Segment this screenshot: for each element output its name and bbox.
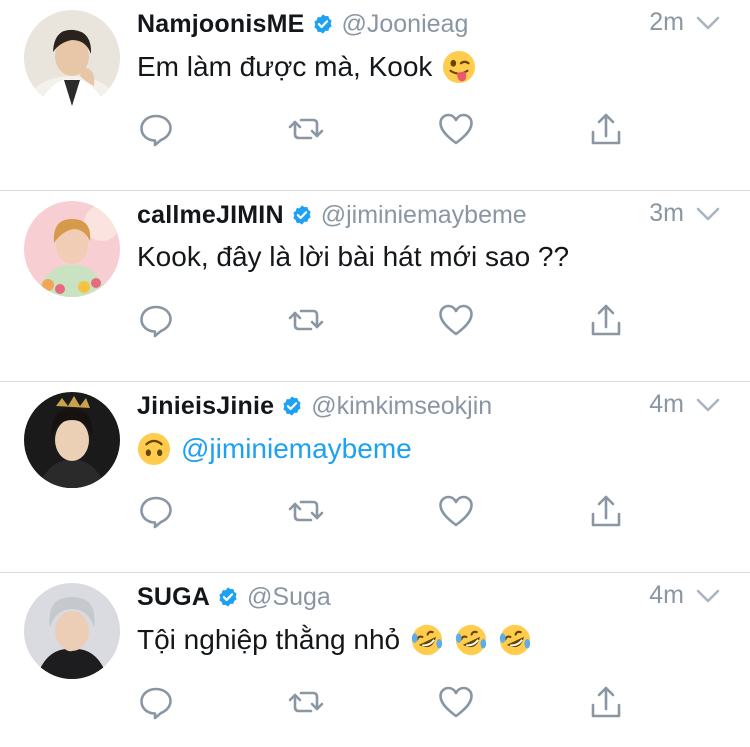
tweet-body: Em làm được mà, Kook	[137, 51, 433, 82]
like-icon[interactable]	[437, 683, 475, 721]
like-icon[interactable]	[437, 301, 475, 339]
display-name[interactable]: SUGA	[137, 583, 210, 612]
retweet-icon[interactable]	[287, 492, 325, 530]
avatar[interactable]	[24, 583, 120, 679]
tweet-header: callmeJIMIN @jiminiemaybeme	[137, 197, 527, 233]
avatar[interactable]	[24, 392, 120, 488]
rolling-on-floor-laughing-icon	[455, 624, 487, 656]
upside-down-face-icon	[137, 432, 171, 466]
tweet-text: Em làm được mà, Kook	[137, 50, 476, 84]
timestamp[interactable]: 4m	[649, 390, 684, 419]
avatar[interactable]	[24, 10, 120, 106]
tweet-text: @jiminiemaybeme	[137, 432, 412, 466]
share-icon[interactable]	[587, 683, 625, 721]
reply-icon[interactable]	[137, 301, 175, 339]
share-icon[interactable]	[587, 492, 625, 530]
tweet-header: NamjoonisME @Joonieag	[137, 6, 468, 42]
tweet-header: JinieisJinie @kimkimseokjin	[137, 388, 492, 424]
mention-link[interactable]: @jiminiemaybeme	[181, 433, 412, 465]
tweet-text: Tội nghiệp thằng nhỏ	[137, 623, 532, 657]
timestamp[interactable]: 2m	[649, 8, 684, 37]
avatar[interactable]	[24, 201, 120, 297]
retweet-icon[interactable]	[287, 301, 325, 339]
tweet-3[interactable]: JinieisJinie @kimkimseokjin 4m @jiminiem…	[0, 382, 750, 573]
timestamp[interactable]: 3m	[649, 199, 684, 228]
tweet-2[interactable]: callmeJIMIN @jiminiemaybeme 3m Kook, đây…	[0, 191, 750, 382]
handle[interactable]: @kimkimseokjin	[311, 392, 492, 421]
rolling-on-floor-laughing-icon	[411, 624, 443, 656]
handle[interactable]: @jiminiemaybeme	[321, 201, 527, 230]
tweet-body: Tội nghiệp thằng nhỏ	[137, 624, 401, 655]
display-name[interactable]: callmeJIMIN	[137, 201, 284, 230]
retweet-icon[interactable]	[287, 683, 325, 721]
timestamp[interactable]: 4m	[649, 581, 684, 610]
tweet-4[interactable]: SUGA @Suga 4m Tội nghiệp thằng nhỏ	[0, 573, 750, 747]
verified-badge-icon	[219, 587, 237, 607]
tweet-body: Kook, đây là lời bài hát mới sao ??	[137, 241, 570, 272]
share-icon[interactable]	[587, 110, 625, 148]
display-name[interactable]: JinieisJinie	[137, 392, 274, 421]
retweet-icon[interactable]	[287, 110, 325, 148]
chevron-down-icon[interactable]	[694, 204, 722, 224]
verified-badge-icon	[283, 396, 301, 416]
like-icon[interactable]	[437, 492, 475, 530]
winking-face-with-tongue-icon	[443, 50, 476, 84]
like-icon[interactable]	[437, 110, 475, 148]
reply-icon[interactable]	[137, 110, 175, 148]
rolling-on-floor-laughing-icon	[499, 624, 531, 656]
chevron-down-icon[interactable]	[694, 395, 722, 415]
handle[interactable]: @Suga	[247, 583, 331, 612]
tweet-header: SUGA @Suga	[137, 579, 331, 615]
reply-icon[interactable]	[137, 492, 175, 530]
display-name[interactable]: NamjoonisME	[137, 10, 305, 39]
tweet-1[interactable]: NamjoonisME @Joonieag 2m Em làm được mà,…	[0, 0, 750, 191]
chevron-down-icon[interactable]	[694, 586, 722, 606]
verified-badge-icon	[293, 205, 311, 225]
handle[interactable]: @Joonieag	[342, 10, 469, 39]
chevron-down-icon[interactable]	[694, 13, 722, 33]
verified-badge-icon	[313, 14, 332, 34]
share-icon[interactable]	[587, 301, 625, 339]
tweet-text: Kook, đây là lời bài hát mới sao ??	[137, 241, 569, 273]
reply-icon[interactable]	[137, 683, 175, 721]
tweet-feed: NamjoonisME @Joonieag 2m Em làm được mà,…	[0, 0, 750, 747]
